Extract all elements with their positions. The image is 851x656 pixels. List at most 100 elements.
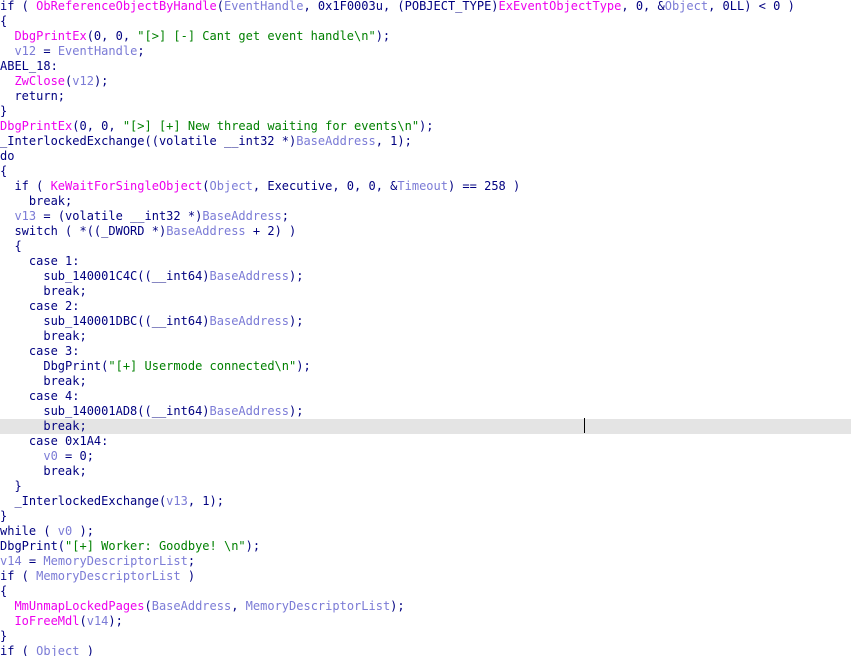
text-caret	[584, 418, 585, 433]
code-token: v12	[72, 74, 94, 88]
code-token: ;	[281, 209, 290, 223]
code-line[interactable]: sub_140001AD8((__int64)BaseAddress);	[0, 404, 851, 419]
code-token: )	[79, 644, 94, 656]
code-line[interactable]: case 1:	[0, 254, 851, 269]
code-token: _InterlockedExchange((volatile __int32 *…	[0, 134, 297, 148]
code-token: }	[0, 104, 8, 118]
code-line[interactable]: }	[0, 629, 851, 644]
code-token: return;	[0, 89, 66, 103]
code-line[interactable]: return;	[0, 89, 851, 104]
code-token: case 2:	[0, 299, 80, 313]
code-token: }	[0, 629, 8, 643]
code-token: v13	[166, 494, 188, 508]
code-line[interactable]: if ( KeWaitForSingleObject(Object, Execu…	[0, 179, 851, 194]
code-token: Object	[664, 0, 709, 13]
code-token: Object	[209, 179, 253, 193]
code-line[interactable]: {	[0, 239, 851, 254]
code-line[interactable]: switch ( *((_DWORD *)BaseAddress + 2) )	[0, 224, 851, 239]
code-line[interactable]: sub_140001C4C((__int64)BaseAddress);	[0, 269, 851, 284]
code-token: if (	[0, 179, 51, 193]
code-token: {	[0, 164, 8, 178]
code-line[interactable]: DbgPrint("[+] Worker: Goodbye! \n");	[0, 539, 851, 554]
code-token: break;	[0, 194, 73, 208]
code-token: _InterlockedExchange(	[0, 494, 167, 508]
code-line[interactable]: }	[0, 509, 851, 524]
code-token: , 0x1F0003u, (POBJECT_TYPE)	[303, 0, 499, 13]
code-token: switch (	[0, 224, 80, 238]
code-line[interactable]: if ( MemoryDescriptorList )	[0, 569, 851, 584]
code-line[interactable]: _InterlockedExchange(v13, 1);	[0, 494, 851, 509]
code-token: {	[0, 14, 8, 28]
code-token: break;	[0, 419, 87, 433]
code-token: break;	[0, 284, 87, 298]
code-line[interactable]: if ( ObReferenceObjectByHandle(EventHand…	[0, 0, 851, 14]
code-token: }	[0, 509, 8, 523]
code-line[interactable]: DbgPrintEx(0, 0, "[>] [+] New thread wai…	[0, 119, 851, 134]
code-line[interactable]: ZwClose(v12);	[0, 74, 851, 89]
code-line[interactable]: break;	[0, 419, 851, 434]
code-token: {	[0, 239, 22, 253]
code-line[interactable]: IoFreeMdl(v14);	[0, 614, 851, 629]
code-line[interactable]: break;	[0, 464, 851, 479]
code-line[interactable]: sub_140001DBC((__int64)BaseAddress);	[0, 314, 851, 329]
code-line[interactable]: {	[0, 164, 851, 179]
code-line[interactable]: case 0x1A4:	[0, 434, 851, 449]
code-token: );	[289, 269, 304, 283]
code-token: KeWaitForSingleObject	[50, 179, 203, 193]
code-line[interactable]: v13 = (volatile __int32 *)BaseAddress;	[0, 209, 851, 224]
code-token: ,	[231, 599, 246, 613]
code-line[interactable]: ABEL_18:	[0, 59, 851, 74]
code-line[interactable]: }	[0, 104, 851, 119]
code-token: Timeout	[397, 179, 448, 193]
code-token: );	[108, 614, 123, 628]
code-line[interactable]: }	[0, 479, 851, 494]
code-line[interactable]: v0 = 0;	[0, 449, 851, 464]
code-token: v14	[86, 614, 109, 628]
code-token: ;	[137, 44, 145, 58]
code-line[interactable]: MmUnmapLockedPages(BaseAddress, MemoryDe…	[0, 599, 851, 614]
code-line[interactable]: if ( Object )	[0, 644, 851, 656]
code-token: ;	[187, 554, 196, 568]
code-token: if (	[0, 569, 37, 583]
code-token: case 3:	[0, 344, 80, 358]
code-line[interactable]: v14 = MemoryDescriptorList;	[0, 554, 851, 569]
code-line[interactable]: case 2:	[0, 299, 851, 314]
code-line[interactable]: DbgPrint("[+] Usermode connected\n");	[0, 359, 851, 374]
code-line[interactable]: {	[0, 14, 851, 29]
code-token: ABEL_18:	[0, 59, 58, 73]
code-token: BaseAddress	[296, 134, 376, 148]
code-token: );	[289, 314, 304, 328]
code-line[interactable]: break;	[0, 284, 851, 299]
code-token: (0, 0,	[72, 119, 123, 133]
code-token: (	[202, 179, 210, 193]
code-token: if (	[0, 0, 37, 13]
code-token: = (volatile __int32 *)	[36, 209, 203, 223]
code-line[interactable]: case 4:	[0, 389, 851, 404]
pseudocode-view[interactable]: if ( ObReferenceObjectByHandle(EventHand…	[0, 0, 851, 656]
code-token: EventHandle	[223, 0, 304, 13]
code-line[interactable]: while ( v0 );	[0, 524, 851, 539]
code-token: )	[180, 569, 196, 583]
code-line[interactable]: break;	[0, 194, 851, 209]
code-line[interactable]: v12 = EventHandle;	[0, 44, 851, 59]
code-line[interactable]: break;	[0, 374, 851, 389]
code-line[interactable]: do	[0, 149, 851, 164]
code-token: (	[144, 599, 152, 613]
code-line[interactable]: {	[0, 584, 851, 599]
code-token: DbgPrint(	[0, 539, 66, 553]
code-token: , 0LL) < 0 )	[708, 0, 795, 13]
code-line[interactable]: case 3:	[0, 344, 851, 359]
code-token: BaseAddress	[151, 599, 232, 613]
code-line[interactable]: DbgPrintEx(0, 0, "[>] [-] Cant get event…	[0, 29, 851, 44]
code-token: sub_140001AD8((__int64)	[0, 404, 210, 418]
code-line[interactable]: _InterlockedExchange((volatile __int32 *…	[0, 134, 851, 149]
code-token: if (	[0, 644, 37, 656]
code-token: );	[289, 404, 304, 418]
code-token: v12	[14, 44, 37, 58]
code-token: MemoryDescriptorList	[36, 569, 181, 583]
code-line[interactable]: break;	[0, 329, 851, 344]
code-token: MemoryDescriptorList	[245, 599, 391, 613]
